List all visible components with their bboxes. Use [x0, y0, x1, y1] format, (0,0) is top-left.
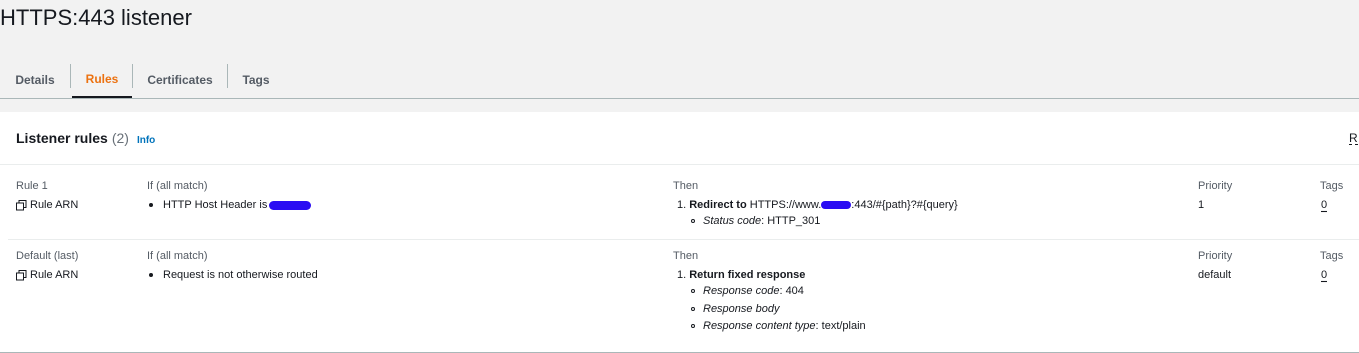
- condition-item: Request is not otherwise routed: [149, 269, 318, 281]
- tab-certificates[interactable]: Certificates: [133, 62, 227, 97]
- rule-arn-button[interactable]: Rule ARN: [16, 269, 78, 281]
- panel-header: Listener rules (2) Info R: [0, 112, 1359, 165]
- tags-count-link[interactable]: 0: [1321, 269, 1327, 281]
- action-type: Return fixed response: [689, 269, 806, 281]
- tags-column-label: Tags: [1320, 180, 1344, 192]
- detail-key: Status code: [703, 215, 762, 227]
- tab-tags[interactable]: Tags: [228, 62, 284, 97]
- detail-key: Response content type: [703, 320, 816, 332]
- rule-arn-button[interactable]: Rule ARN: [16, 199, 78, 211]
- priority-value: 1: [1198, 199, 1205, 211]
- then-column-label: Then: [673, 250, 699, 262]
- then-action: 1. Return fixed response: [677, 269, 805, 281]
- sub-bullet-icon: [691, 324, 695, 328]
- copy-icon: [16, 269, 27, 280]
- condition-text: Request is not otherwise routed: [163, 269, 318, 281]
- action-type: Redirect to: [689, 199, 747, 211]
- then-column-label: Then: [673, 180, 699, 192]
- action-detail: Response content type: text/plain: [691, 320, 866, 332]
- action-number: 1.: [677, 199, 690, 211]
- redirect-target-suffix: :443/#{path}?#{query}: [851, 199, 958, 211]
- rule-count: (2): [111, 130, 129, 146]
- priority-column-label: Priority: [1198, 180, 1233, 192]
- detail-value: : text/plain: [815, 320, 866, 332]
- tab-divider: [70, 64, 71, 88]
- tags-column-label: Tags: [1320, 250, 1344, 262]
- redacted-domain: [821, 201, 852, 210]
- copy-icon: [16, 199, 27, 210]
- rule-row: Rule 1 Rule ARN If (all match) HTTP Host…: [8, 164, 1359, 240]
- sub-bullet-icon: [691, 289, 695, 293]
- action-detail: Response body: [691, 303, 779, 315]
- tab-details[interactable]: Details: [0, 62, 70, 97]
- rule-arn-label: Rule ARN: [30, 199, 79, 211]
- page-title: HTTPS:443 listener: [0, 5, 192, 30]
- if-column-label: If (all match): [147, 250, 208, 262]
- tab-rules[interactable]: Rules: [72, 62, 132, 98]
- rule-row: Default (last) Rule ARN If (all match) R…: [8, 240, 1359, 352]
- condition-text: HTTP Host Header is: [163, 199, 268, 211]
- sub-bullet-icon: [691, 307, 695, 311]
- redirect-target-prefix: HTTPS://www.: [749, 199, 822, 211]
- rule-name: Default (last): [16, 250, 79, 262]
- if-column-label: If (all match): [147, 180, 208, 192]
- sub-bullet-icon: [691, 219, 695, 223]
- then-action: 1. Redirect to HTTPS://www. :443/#{path}?…: [677, 199, 958, 211]
- tab-bar: Details Rules Certificates Tags: [0, 62, 1359, 99]
- tags-count-link[interactable]: 0: [1321, 199, 1327, 211]
- info-link[interactable]: Info: [137, 135, 155, 146]
- bullet-icon: [149, 273, 153, 277]
- detail-key: Response code: [703, 285, 780, 297]
- action-number: 1.: [677, 269, 690, 281]
- detail-value: : 404: [779, 285, 804, 297]
- action-detail: Response code: 404: [691, 285, 804, 297]
- listener-rules-panel: Listener rules (2) Info R Rule 1 Rule ARN …: [0, 112, 1359, 353]
- condition-item: HTTP Host Header is: [149, 199, 312, 211]
- rule-name: Rule 1: [16, 180, 48, 192]
- detail-value: : HTTP_301: [761, 215, 821, 227]
- action-detail: Status code: HTTP_301: [691, 215, 820, 227]
- header-action-partial[interactable]: R: [1349, 132, 1358, 145]
- priority-column-label: Priority: [1198, 250, 1233, 262]
- rule-arn-label: Rule ARN: [30, 269, 79, 281]
- redacted-hostname: [269, 200, 312, 210]
- panel-title-text: Listener rules: [16, 130, 108, 146]
- detail-key: Response body: [703, 303, 780, 315]
- bullet-icon: [149, 203, 153, 207]
- priority-value: default: [1198, 269, 1232, 281]
- panel-title: Listener rules (2) Info: [16, 130, 155, 146]
